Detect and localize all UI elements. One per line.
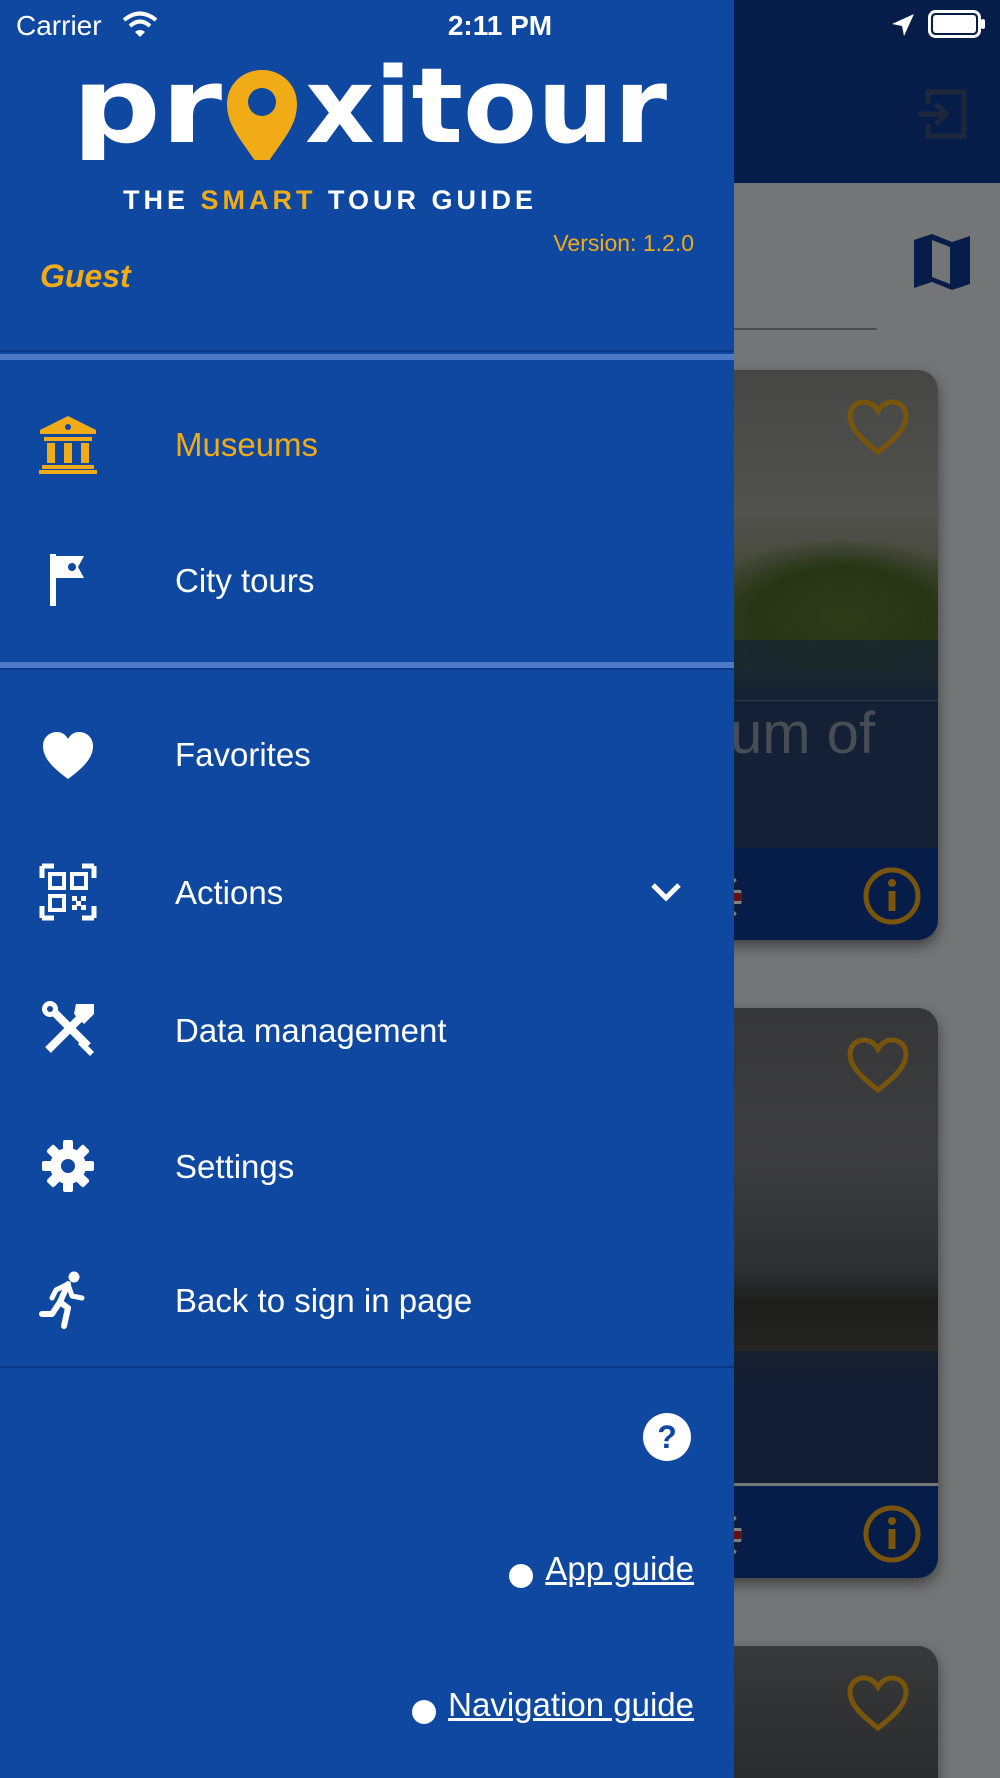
divider bbox=[0, 350, 734, 352]
menu-item-settings[interactable]: Settings bbox=[0, 1110, 734, 1220]
heart-icon bbox=[43, 732, 93, 779]
gear-icon bbox=[42, 1140, 94, 1192]
menu-label: Back to sign in page bbox=[175, 1282, 473, 1319]
version-label: Version: 1.2.0 bbox=[553, 230, 694, 256]
menu-label: Settings bbox=[175, 1148, 295, 1185]
status-bar: Carrier 2:11 PM bbox=[0, 0, 1000, 48]
bullet-icon bbox=[412, 1700, 437, 1724]
flag-icon bbox=[50, 554, 84, 606]
museum-icon bbox=[39, 416, 97, 474]
menu-item-city-tours[interactable]: City tours bbox=[0, 524, 734, 634]
divider bbox=[0, 354, 734, 360]
divider bbox=[0, 1366, 734, 1368]
menu-label: Favorites bbox=[175, 736, 311, 773]
tools-icon bbox=[42, 1001, 94, 1056]
svg-text:?: ? bbox=[657, 1419, 677, 1455]
location-arrow-icon bbox=[892, 14, 914, 36]
help-icon[interactable]: ? bbox=[642, 1412, 692, 1462]
qr-code-icon bbox=[39, 863, 97, 921]
menu-label: City tours bbox=[175, 562, 315, 599]
battery-icon bbox=[928, 10, 985, 38]
menu-item-data-management[interactable]: Data management bbox=[0, 974, 734, 1084]
svg-text:xitour: xitour bbox=[305, 45, 667, 160]
clock: 2:11 PM bbox=[447, 10, 553, 41]
tagline: THE SMART TOUR GUIDE bbox=[122, 185, 538, 215]
running-person-icon bbox=[39, 1271, 85, 1329]
svg-text:pr: pr bbox=[72, 45, 222, 160]
divider bbox=[0, 668, 734, 670]
navigation-drawer: pr xitour THE SMART TOUR GUIDE Version: … bbox=[0, 0, 734, 1778]
menu-item-museums[interactable]: Museums bbox=[0, 388, 734, 498]
menu-item-favorites[interactable]: Favorites bbox=[0, 698, 734, 808]
bullet-icon bbox=[509, 1564, 534, 1588]
menu-label: Actions bbox=[175, 874, 284, 911]
app-guide-link[interactable]: App guide bbox=[509, 1550, 694, 1588]
proxitour-logo: pr xitour bbox=[72, 45, 667, 160]
menu-item-actions[interactable]: Actions bbox=[0, 836, 734, 946]
menu-item-back-to-sign-in[interactable]: Back to sign in page bbox=[0, 1244, 734, 1354]
menu-label: Museums bbox=[175, 426, 319, 463]
navigation-guide-link[interactable]: Navigation guide bbox=[412, 1686, 694, 1724]
menu-label: Data management bbox=[175, 1012, 447, 1049]
chevron-down-icon[interactable] bbox=[648, 876, 684, 906]
user-name: Guest bbox=[40, 258, 131, 294]
